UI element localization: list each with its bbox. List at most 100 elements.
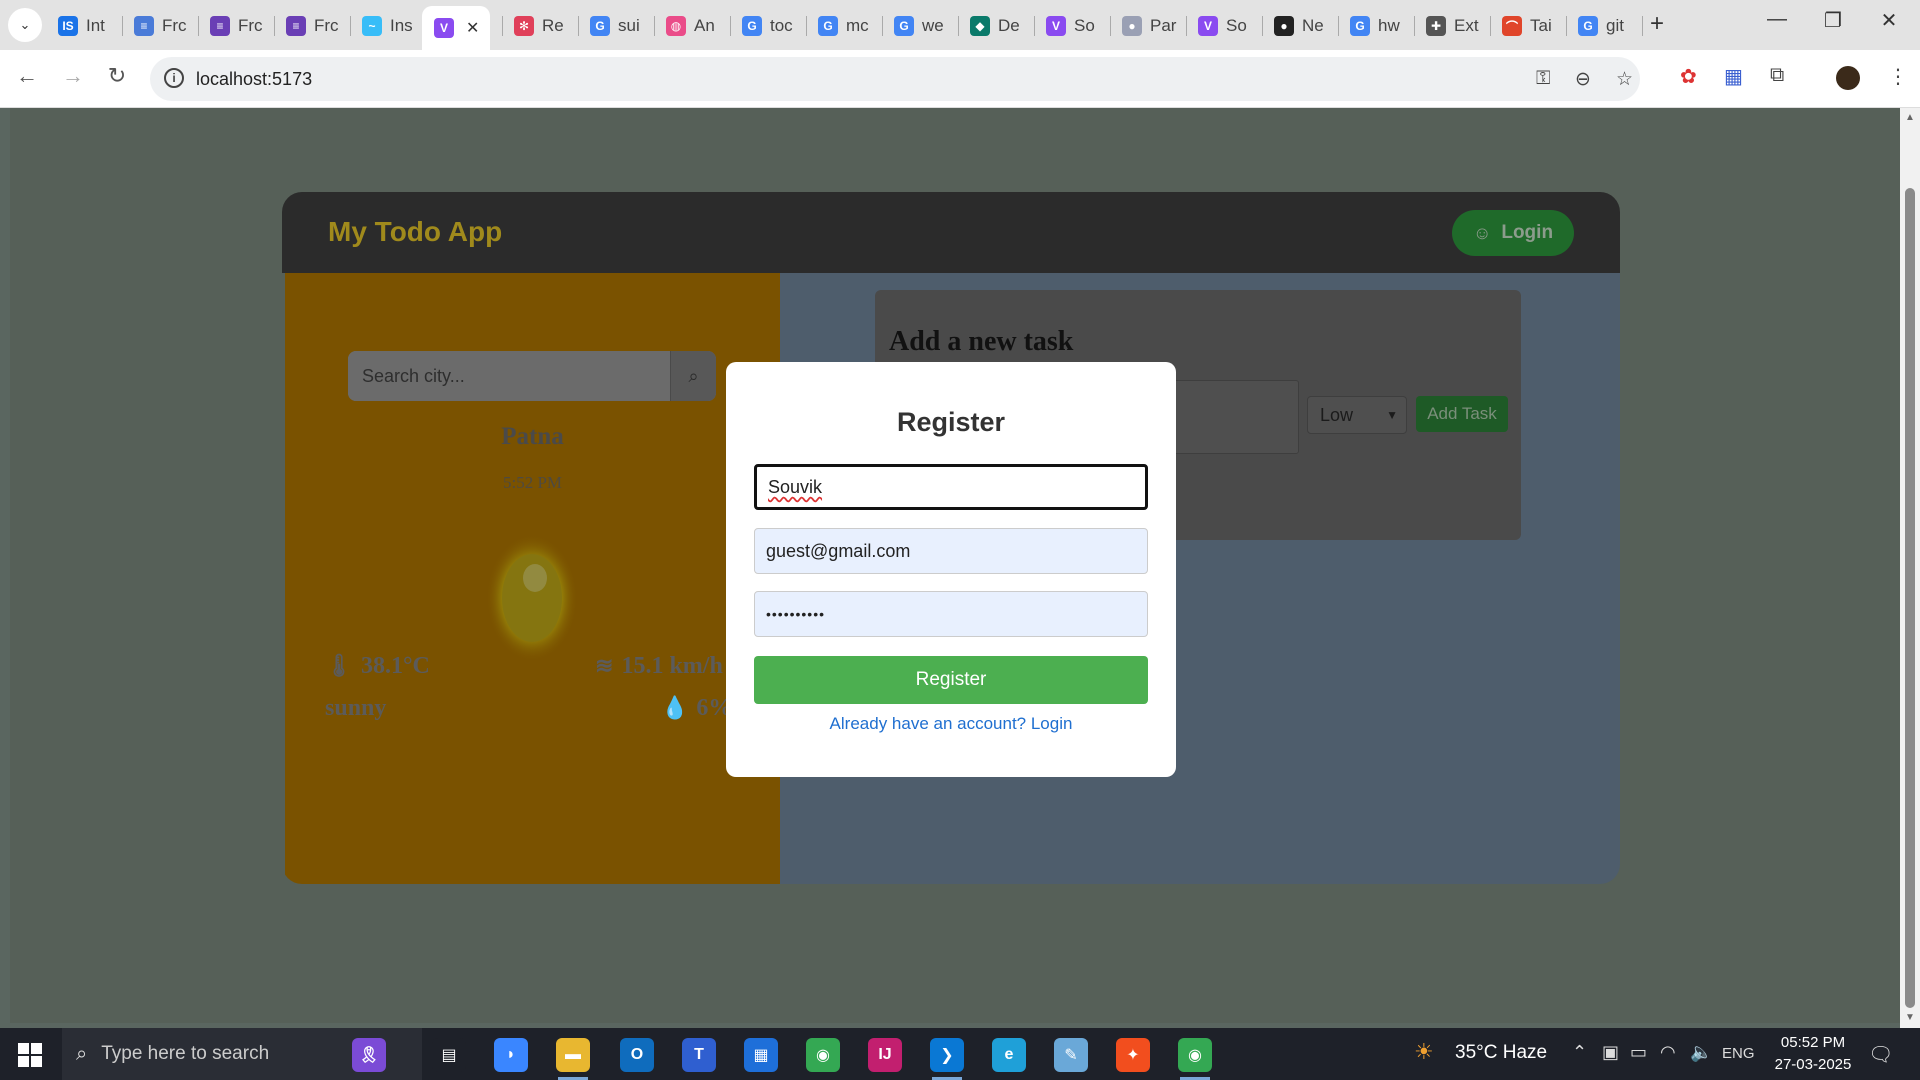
tab-title: git xyxy=(1606,16,1624,35)
tray-device-icon[interactable]: ▣ xyxy=(1602,1042,1619,1063)
browser-tab[interactable]: ≡ Frc xyxy=(198,6,274,46)
extensions-puzzle-icon[interactable]: ⧉ xyxy=(1770,64,1784,87)
teams-icon[interactable]: T xyxy=(682,1038,716,1072)
browser-tab[interactable]: Gsui xyxy=(578,6,654,46)
tab-title: toc xyxy=(770,16,793,35)
taskbar-weather[interactable]: 35°C Haze xyxy=(1455,1042,1547,1064)
language-indicator[interactable]: ENG xyxy=(1722,1045,1755,1062)
restore-button[interactable]: ❐ xyxy=(1813,8,1853,33)
wind-stat: ≋ 15.1 km/h xyxy=(595,653,723,680)
browser-tab[interactable]: V ✕ xyxy=(422,6,490,50)
color-extension-icon[interactable]: ✿ xyxy=(1680,64,1697,89)
scroll-down-arrow-icon[interactable]: ▼ xyxy=(1905,1012,1915,1023)
dribbble-icon: ◍ xyxy=(666,16,686,36)
forward-button[interactable]: → xyxy=(58,63,88,89)
bookmark-star-icon[interactable]: ☆ xyxy=(1616,68,1633,91)
login-switch-link[interactable]: Already have an account? Login xyxy=(726,714,1176,734)
name-field[interactable]: Souvik xyxy=(754,464,1148,510)
search-icon: ⌕ xyxy=(76,1042,88,1065)
wifi-icon[interactable]: ◠ xyxy=(1660,1042,1676,1063)
address-bar[interactable]: i localhost:5173 ⚿ ⊖ ☆ xyxy=(150,57,1640,101)
browser-tab[interactable]: IS Int xyxy=(46,6,122,46)
fd-extension-icon[interactable]: ▦ xyxy=(1724,64,1743,89)
task-view-icon[interactable]: ▤ xyxy=(432,1038,466,1072)
browser-tab[interactable]: Gtoc xyxy=(730,6,806,46)
zoom-icon[interactable]: ⊖ xyxy=(1575,68,1591,91)
scrollbar-thumb[interactable] xyxy=(1905,188,1915,1008)
tab-search-button[interactable]: ⌄ xyxy=(8,8,42,42)
browser-tab[interactable]: Gwe xyxy=(882,6,958,46)
volume-icon[interactable]: 🔈 xyxy=(1690,1042,1712,1063)
thermometer-icon: 🌡 xyxy=(325,653,353,678)
browser-tab[interactable]: V So xyxy=(1186,6,1262,46)
email-field[interactable]: guest@gmail.com xyxy=(754,528,1148,574)
figma-icon[interactable]: ✦ xyxy=(1116,1038,1150,1072)
chrome-active-icon[interactable]: ◉ xyxy=(1178,1038,1212,1080)
city-search-input[interactable] xyxy=(348,351,670,401)
google-icon: G xyxy=(1350,16,1370,36)
edge-icon[interactable]: e xyxy=(992,1038,1026,1072)
back-button[interactable]: ← xyxy=(12,63,42,89)
browser-tab[interactable]: ◆ De xyxy=(958,6,1034,46)
tab-title: hw xyxy=(1378,16,1400,35)
copilot-icon[interactable]: ◗ xyxy=(494,1038,528,1072)
vscode-icon[interactable]: ❯ xyxy=(930,1038,964,1080)
docs-icon: ≡ xyxy=(134,16,154,36)
browser-tab[interactable]: ~ Ins xyxy=(350,6,426,46)
forms-icon: ≡ xyxy=(286,16,306,36)
notifications-icon[interactable]: 🗨 xyxy=(1868,1042,1893,1067)
scroll-up-arrow-icon[interactable]: ▲ xyxy=(1905,112,1915,123)
browser-tab[interactable]: ● Ne xyxy=(1262,6,1338,46)
browser-tab[interactable]: ✚ Ext xyxy=(1414,6,1490,46)
priority-select[interactable]: Low ▼ xyxy=(1307,396,1407,434)
reload-button[interactable]: ↻ xyxy=(102,63,132,89)
browser-tab[interactable]: ◍ An xyxy=(654,6,730,46)
windows-start-icon[interactable] xyxy=(18,1043,42,1067)
notepad-icon[interactable]: ✎ xyxy=(1054,1038,1088,1072)
clock-time: 05:52 PM xyxy=(1780,1034,1846,1051)
minimize-button[interactable]: — xyxy=(1757,8,1797,31)
browser-tab[interactable]: ≡ Frc xyxy=(122,6,198,46)
site-info-icon[interactable]: i xyxy=(164,68,184,88)
password-key-icon[interactable]: ⚿ xyxy=(1536,68,1550,90)
react-icon: ✻ xyxy=(514,16,534,36)
password-field[interactable]: •••••••••• xyxy=(754,591,1148,637)
browser-tab[interactable]: ⌒ Tai xyxy=(1490,6,1566,46)
login-button[interactable]: ☺ Login xyxy=(1452,210,1574,256)
page-scrollbar[interactable]: ▲ ▼ xyxy=(1900,108,1920,1028)
weather-sun-icon[interactable]: ☀ xyxy=(1414,1039,1434,1065)
chrome-icon[interactable]: ◉ xyxy=(806,1038,840,1072)
store-icon[interactable]: ▦ xyxy=(744,1038,778,1072)
address-url[interactable]: localhost:5173 xyxy=(196,69,312,90)
github-icon: ● xyxy=(1274,16,1294,36)
tab-title: Re xyxy=(542,16,564,35)
browser-menu-icon[interactable]: ⋮ xyxy=(1888,64,1908,89)
browser-tab[interactable]: Gmc xyxy=(806,6,882,46)
battery-icon[interactable]: ▭ xyxy=(1630,1042,1647,1063)
forms-icon: ≡ xyxy=(210,16,230,36)
file-explorer-icon[interactable]: ▬ xyxy=(556,1038,590,1080)
rainbow-icon: ⌒ xyxy=(1502,16,1522,36)
browser-tab[interactable]: ≡ Frc xyxy=(274,6,350,46)
intellij-icon[interactable]: IJ xyxy=(868,1038,902,1072)
profile-avatar[interactable] xyxy=(1836,66,1860,90)
user-icon: ☺ xyxy=(1472,222,1492,243)
browser-tab[interactable]: Ggit xyxy=(1566,6,1642,46)
add-task-button[interactable]: Add Task xyxy=(1416,396,1508,432)
browser-tab[interactable]: Ghw xyxy=(1338,6,1414,46)
new-tab-button[interactable]: + xyxy=(1650,10,1664,38)
browser-tab[interactable]: ● Par xyxy=(1110,6,1186,46)
ribbon-icon[interactable]: 🎗 xyxy=(352,1038,386,1072)
windows-taskbar: ⌕ Type here to search 🎗 ▤ ◗ ▬ O T ▦ ◉ IJ ❯ e ✎ ✦ ◉ ☀ … xyxy=(0,1028,1920,1080)
puzzle-icon: ✚ xyxy=(1426,16,1446,36)
outlook-icon[interactable]: O xyxy=(620,1038,654,1072)
tray-chevron-up-icon[interactable]: ⌃ xyxy=(1572,1042,1587,1063)
browser-tab[interactable]: V So xyxy=(1034,6,1110,46)
browser-tab[interactable]: ✻ Re xyxy=(502,6,578,46)
close-window-button[interactable]: ✕ xyxy=(1869,8,1909,33)
taskbar-clock[interactable]: 05:52 PM 27-03-2025 xyxy=(1768,1032,1858,1076)
tab-title: Frc xyxy=(314,16,339,35)
close-tab-icon[interactable]: ✕ xyxy=(466,18,479,38)
register-submit-button[interactable]: Register xyxy=(754,656,1148,704)
search-icon[interactable]: ⌕ xyxy=(670,351,716,401)
